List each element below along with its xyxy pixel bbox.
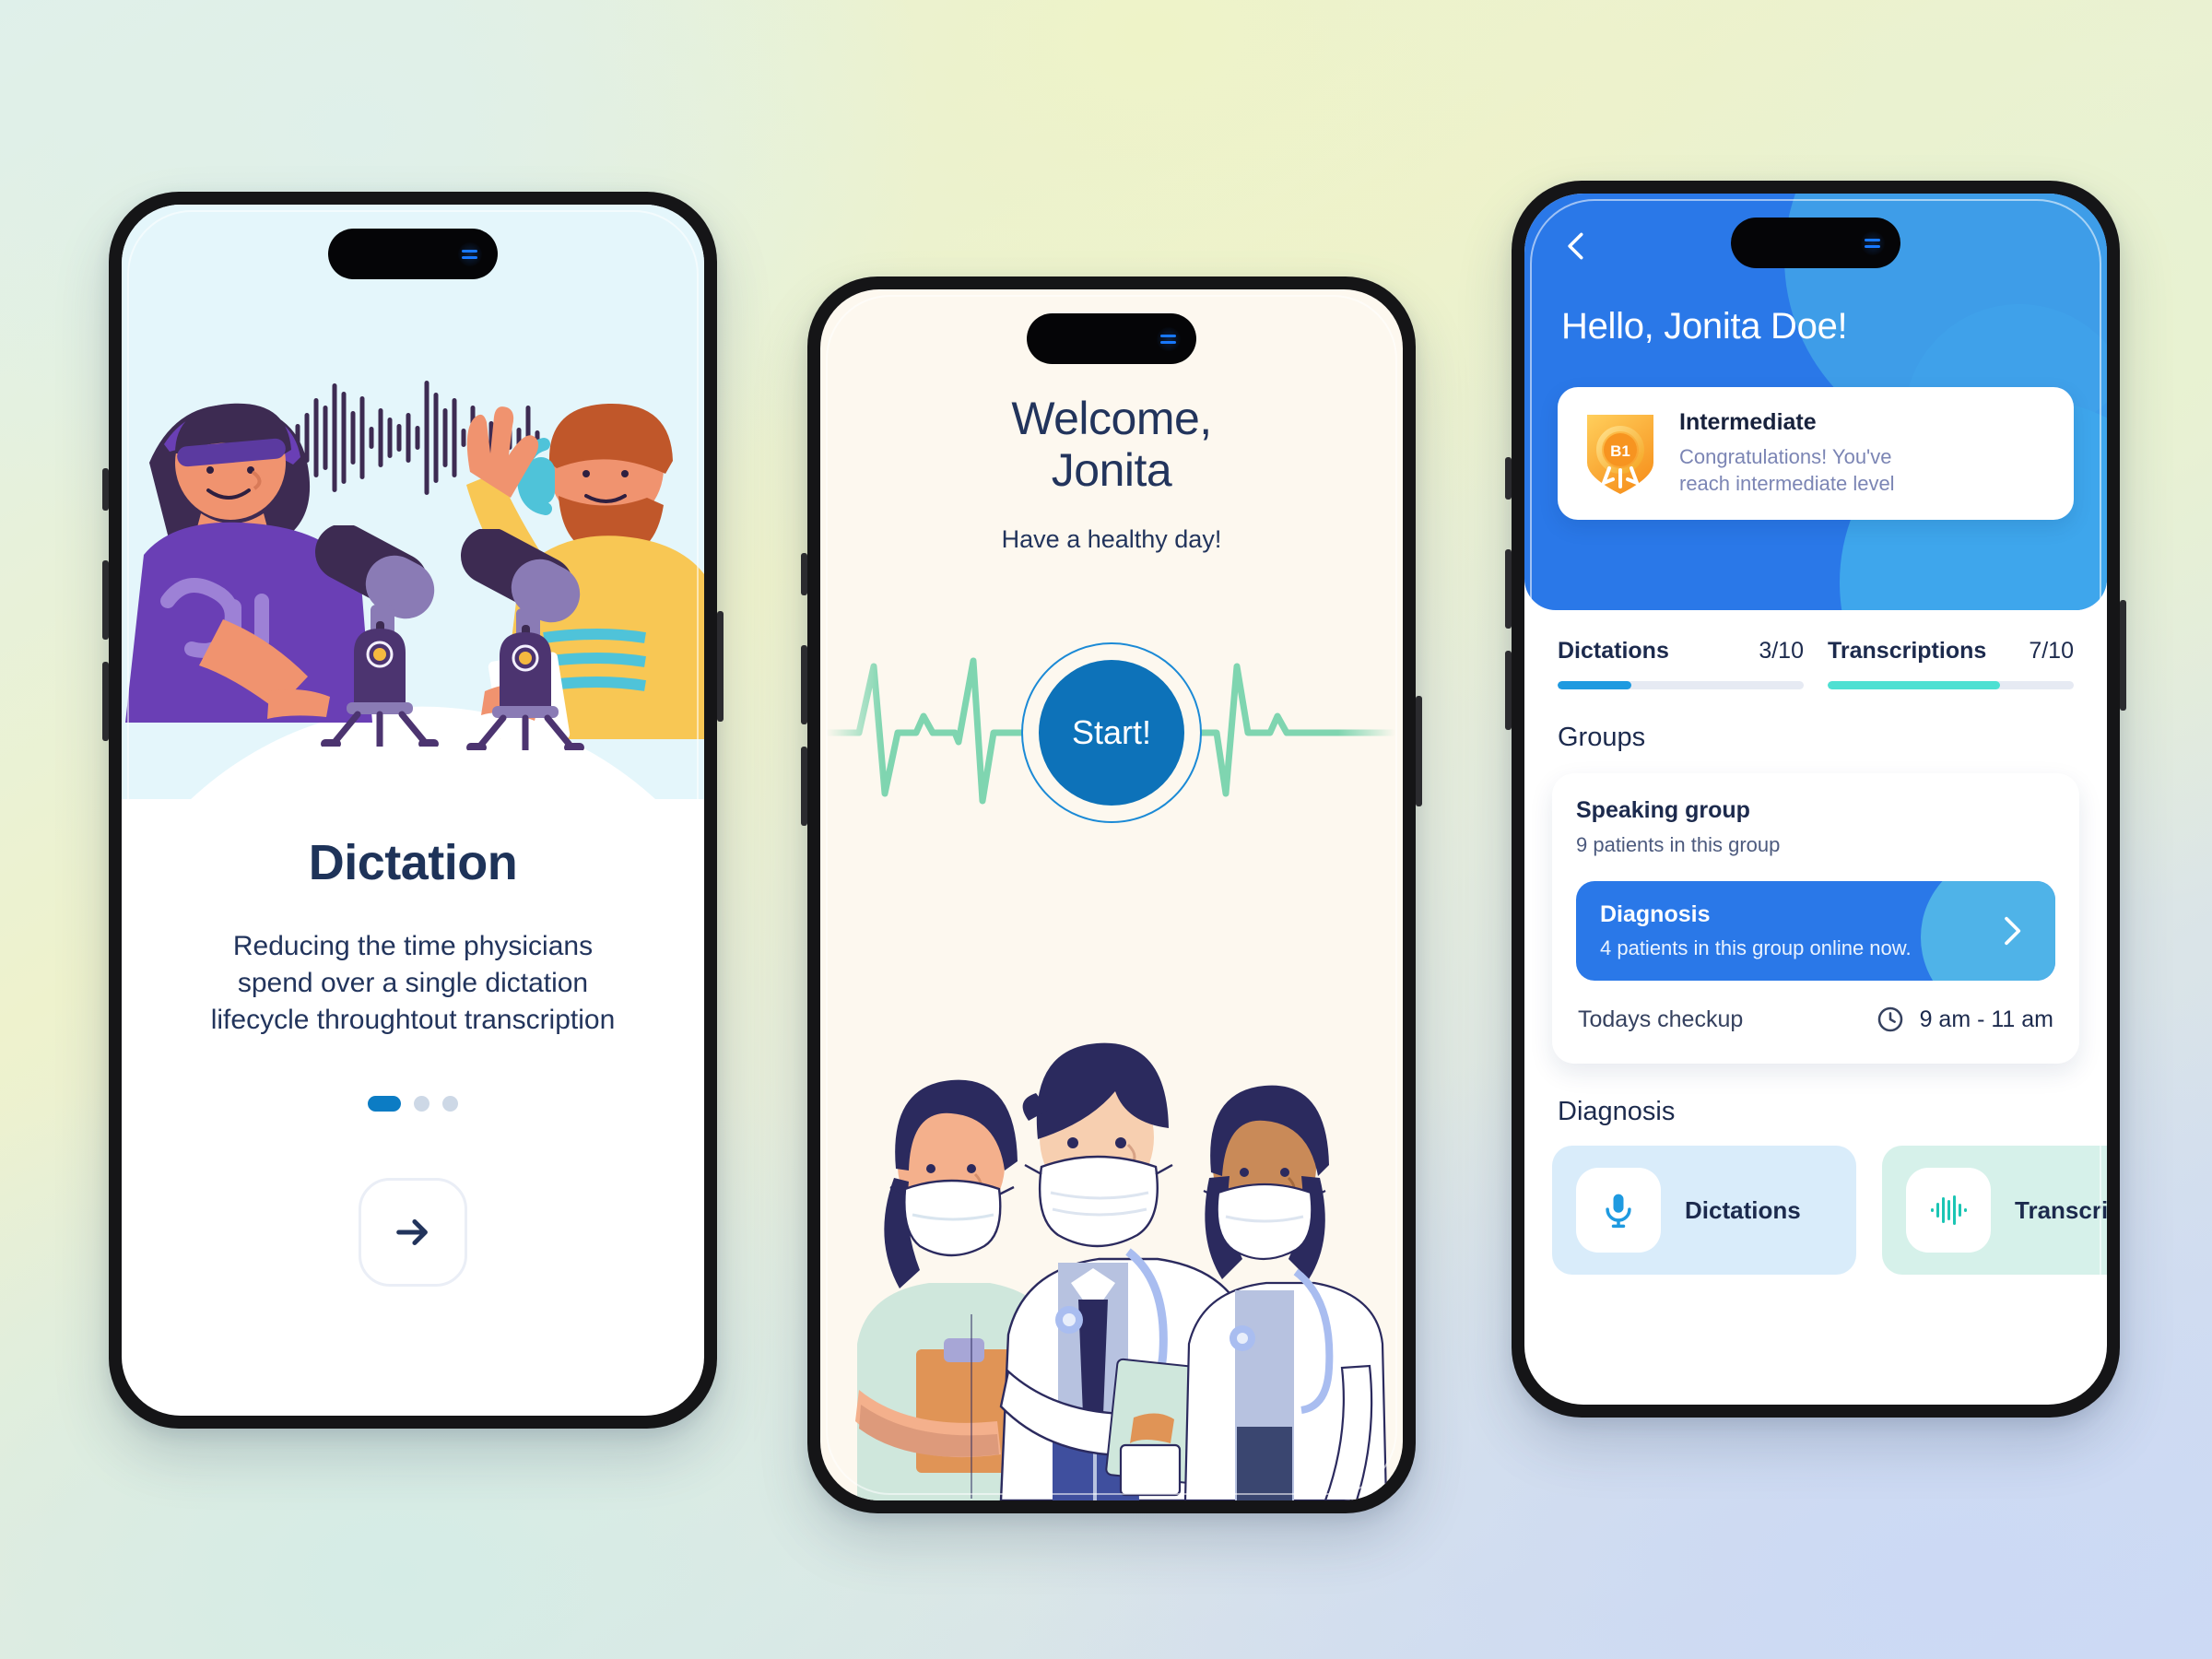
svg-text:B1: B1 <box>1610 442 1630 460</box>
welcome-title: Welcome, Jonita <box>820 393 1403 496</box>
waveform-icon-wrapper <box>1906 1168 1991 1253</box>
three-masked-doctors-illustration <box>855 1042 1388 1500</box>
front-camera-icon <box>1861 230 1885 255</box>
volume-up-button[interactable] <box>1505 549 1512 629</box>
stat-transcriptions[interactable]: Transcriptions 7/10 <box>1828 638 2074 689</box>
next-button[interactable] <box>359 1177 467 1287</box>
group-name: Speaking group <box>1576 797 1750 823</box>
description-line-2: spend over a single dictation <box>237 967 589 998</box>
microphone-left-icon <box>314 525 439 747</box>
clock-icon <box>1877 1006 1902 1032</box>
phone-dictation-onboarding: Dictation Reducing the time physicians s… <box>102 192 724 1429</box>
silent-switch[interactable] <box>102 468 109 511</box>
microphone-right-icon <box>460 529 584 750</box>
description-line-3: lifecycle throughtout transcription <box>210 1004 616 1035</box>
stat-value: 7/10 <box>2029 638 2074 664</box>
badge-message-line-1: Congratulations! You've <box>1679 445 1892 469</box>
badge-message-line-2: reach intermediate level <box>1679 472 1895 495</box>
stat-progress-track <box>1828 681 2074 689</box>
pagination-dots[interactable] <box>159 1095 667 1112</box>
shield-award-badge-icon: B1 <box>1587 415 1653 494</box>
diagnosis-card-accent <box>1921 881 2055 981</box>
volume-down-button[interactable] <box>801 747 807 826</box>
onboarding-illustration-area <box>122 205 704 799</box>
diagnosis-group-name: Diagnosis <box>1600 901 1711 927</box>
level-badge-card[interactable]: B1 Intermediate Congratulations! You've … <box>1558 387 2074 520</box>
phone3-screen: Hello, Jonita Doe! B1 Intermediate Congr… <box>1524 194 2107 1405</box>
arrow-right-icon <box>396 1218 428 1245</box>
description-line-1: Reducing the time physicians <box>232 931 594 961</box>
page-title: Dictation <box>308 835 518 890</box>
checkup-time: 9 am - 11 am <box>1919 1006 2053 1032</box>
power-button[interactable] <box>2120 600 2126 711</box>
diagnosis-section-title: Diagnosis <box>1558 1097 1676 1126</box>
volume-down-button[interactable] <box>1505 651 1512 730</box>
tile-label: Dictations <box>1685 1195 1801 1224</box>
dynamic-island <box>1027 313 1196 364</box>
volume-down-button[interactable] <box>102 662 109 741</box>
volume-up-button[interactable] <box>102 560 109 640</box>
todays-checkup-row: Todays checkup 9 am - 11 am <box>1576 981 2055 1054</box>
tile-label: Transcriptions <box>2015 1195 2107 1224</box>
microphone-icon <box>1606 1194 1631 1229</box>
diagnosis-tiles: Dictations Transcri <box>1524 1127 2107 1275</box>
groups-card: Speaking group 9 patients in this group … <box>1552 773 2079 1064</box>
phone-home-dashboard: Hello, Jonita Doe! B1 Intermediate Congr… <box>1505 181 2126 1418</box>
tile-transcriptions[interactable]: Transcriptions <box>1882 1146 2107 1275</box>
stat-progress-fill <box>1558 681 1632 689</box>
badge-message: Congratulations! You've reach intermedia… <box>1679 444 1895 497</box>
silent-switch[interactable] <box>1505 457 1512 500</box>
tile-dictations[interactable]: Dictations <box>1552 1146 1856 1275</box>
phone-welcome-screen: Welcome, Jonita Have a healthy day! Star… <box>801 276 1422 1513</box>
welcome-title-line-1: Welcome, <box>1011 393 1212 444</box>
start-button[interactable]: Start! <box>1039 660 1184 806</box>
stat-progress-fill <box>1828 681 2000 689</box>
welcome-subtitle: Have a healthy day! <box>1001 525 1222 553</box>
audio-waveform-icon <box>1931 1195 1967 1225</box>
back-button[interactable] <box>1556 225 1598 267</box>
onboarding-text-block: Dictation Reducing the time physicians s… <box>122 799 704 1287</box>
stat-label: Transcriptions <box>1828 638 1987 664</box>
chevron-left-icon <box>1568 232 1583 260</box>
power-button[interactable] <box>717 611 724 722</box>
stat-progress-track <box>1558 681 1804 689</box>
dynamic-island <box>328 229 498 279</box>
stat-dictations[interactable]: Dictations 3/10 <box>1558 638 1804 689</box>
greeting-text: Hello, Jonita Doe! <box>1561 306 1848 347</box>
checkup-time-group: 9 am - 11 am <box>1876 1005 2053 1034</box>
group-meta: 9 patients in this group <box>1576 833 1781 856</box>
pagination-dot-3[interactable] <box>442 1095 458 1112</box>
pagination-dot-2[interactable] <box>414 1095 429 1112</box>
front-camera-icon <box>458 241 482 266</box>
welcome-title-line-2: Jonita <box>1051 444 1172 496</box>
badge-text: Intermediate Congratulations! You've rea… <box>1679 409 1895 497</box>
stat-label: Dictations <box>1558 638 1669 664</box>
checkup-label: Todays checkup <box>1578 1006 1744 1032</box>
diagnosis-group-card[interactable]: Diagnosis 4 patients in this group onlin… <box>1576 881 2055 981</box>
badge-title: Intermediate <box>1679 409 1817 436</box>
volume-up-button[interactable] <box>801 645 807 724</box>
silent-switch[interactable] <box>801 553 807 595</box>
power-button[interactable] <box>1416 696 1422 806</box>
stats-row: Dictations 3/10 Transcriptions 7/10 <box>1524 610 2107 689</box>
stat-value: 3/10 <box>1759 638 1804 664</box>
microphone-icon-wrapper <box>1576 1168 1661 1253</box>
start-section: Start! <box>820 613 1403 853</box>
page-description: Reducing the time physicians spend over … <box>159 928 667 1039</box>
pagination-dot-1[interactable] <box>368 1095 401 1112</box>
chevron-right-icon[interactable] <box>1993 912 2030 949</box>
groups-section-title: Groups <box>1558 723 1646 752</box>
start-button-ring: Start! <box>1021 642 1202 823</box>
diagnosis-group-meta: 4 patients in this group online now. <box>1600 936 1912 959</box>
dynamic-island <box>1731 218 1900 268</box>
phone2-screen: Welcome, Jonita Have a healthy day! Star… <box>820 289 1403 1500</box>
phone1-screen: Dictation Reducing the time physicians s… <box>122 205 704 1416</box>
front-camera-icon <box>1157 326 1181 351</box>
